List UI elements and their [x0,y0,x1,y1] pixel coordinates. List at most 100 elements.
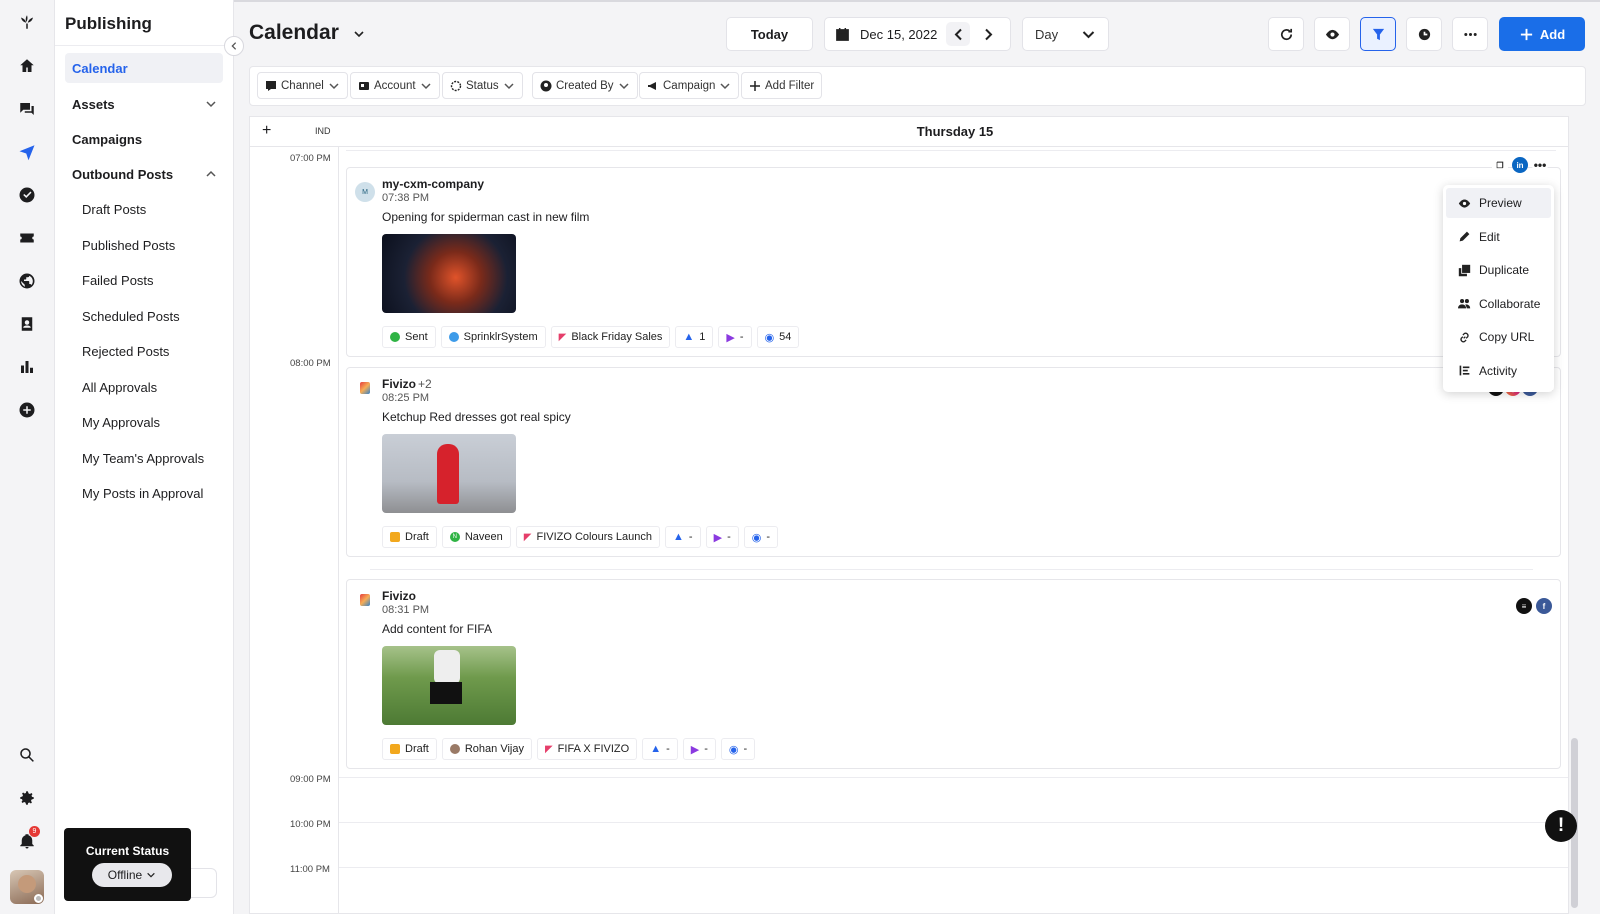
sidebar-item-my-teams-approvals[interactable]: My Team's Approvals [65,443,223,473]
post-text: Add content for FIFA [382,622,493,636]
more-horizontal-icon [1463,32,1477,36]
view-select[interactable]: Day [1022,17,1109,51]
title-dropdown-icon[interactable] [350,25,368,43]
bell-icon[interactable]: 9 [15,826,40,853]
menu-item-duplicate[interactable]: Duplicate [1446,255,1551,285]
sync-button[interactable] [1406,17,1442,51]
calendar-header: + IND Thursday 15 [250,117,1568,147]
status-badge: Sent [382,326,436,348]
duplicate-icon[interactable]: ❐ [1492,157,1508,173]
post-image[interactable] [382,234,516,313]
analytics-icon[interactable] [15,355,39,379]
publish-icon[interactable] [15,140,39,164]
add-label: Add [1539,26,1566,42]
filter-status[interactable]: Status [442,72,523,99]
campaign-chip: ◤ Black Friday Sales [550,326,671,348]
sidebar-item-campaigns[interactable]: Campaigns [65,124,223,154]
sidebar-item-all-approvals[interactable]: All Approvals [65,372,223,402]
globe-icon[interactable] [15,269,39,293]
ticket-icon[interactable] [15,226,39,250]
link-icon [1460,332,1469,342]
alert-button[interactable]: ! [1545,810,1577,842]
pencil-icon [1459,231,1470,242]
post-image[interactable] [382,434,516,513]
more-options-button[interactable] [1452,17,1488,51]
presence-dot [34,894,43,903]
page-title: Calendar [249,21,339,44]
menu-item-activity[interactable]: Activity [1446,356,1551,386]
chevron-down-icon [504,82,514,89]
duplicate-icon [1458,264,1471,276]
sidebar-item-scheduled-posts[interactable]: Scheduled Posts [65,301,223,331]
gear-icon[interactable] [15,786,39,810]
post-card[interactable]: Fivizo 08:31 PM Add content for FIFA Dra… [346,579,1561,769]
megaphone-icon: ◤ [523,531,532,543]
add-circle-icon[interactable] [15,398,39,422]
sidebar-item-draft-posts[interactable]: Draft Posts [65,194,223,224]
menu-item-collaborate[interactable]: Collaborate [1446,289,1551,319]
chat-icon[interactable] [15,97,39,121]
sidebar-item-rejected-posts[interactable]: Rejected Posts [65,336,223,366]
time-column-divider [338,117,339,913]
more-horizontal-icon[interactable]: ••• [1532,157,1548,173]
add-filter-button[interactable]: Add Filter [741,72,823,99]
sidebar-item-calendar[interactable]: Calendar [65,53,223,83]
refresh-button[interactable] [1268,17,1304,51]
post-card[interactable]: M my-cxm-company 07:38 PM Opening for sp… [346,167,1561,357]
post-card[interactable]: Fivizo +2 08:25 PM Ketchup Red dresses go… [346,367,1561,557]
sidebar-item-label: Assets [72,96,115,112]
calendar-icon [836,27,849,41]
sidebar-item-label: Outbound Posts [72,166,174,182]
chevron-left-icon [954,28,962,40]
menu-item-label: Collaborate [1479,296,1541,311]
filter-account[interactable]: Account [350,72,440,99]
filter-channel[interactable]: Channel [257,72,348,99]
sidebar-item-label: Calendar [72,60,128,76]
add-button[interactable]: Add [1499,17,1585,51]
preview-toggle-button[interactable] [1314,17,1350,51]
sidebar-item-published-posts[interactable]: Published Posts [65,230,223,260]
avatar[interactable] [10,870,44,904]
menu-item-edit[interactable]: Edit [1446,222,1551,252]
sidebar-collapse-button[interactable] [224,36,244,56]
hour-gridline [339,777,1568,778]
prev-day-button[interactable] [946,22,970,46]
tasks-icon[interactable] [15,183,39,207]
filter-icon [1372,28,1384,40]
account-icon [359,81,369,90]
eye-icon [1325,29,1339,39]
sidebar-item-label: All Approvals [82,379,158,395]
sidebar-item-my-posts-in-approval[interactable]: My Posts in Approval [65,478,223,508]
filter-label: Add Filter [765,79,815,92]
filter-button[interactable] [1360,17,1396,51]
sidebar-item-failed-posts[interactable]: Failed Posts [65,265,223,295]
menu-item-copy-url[interactable]: Copy URL [1446,322,1551,352]
thumbs-up-icon: ▲ [673,531,684,543]
search-icon[interactable] [15,743,39,767]
shares-chip: ▶ - [682,738,716,760]
sidebar-item-assets[interactable]: Assets [65,89,223,119]
megaphone-icon: ◤ [544,743,553,755]
channel-icon [266,80,276,91]
fivizo-logo-icon [360,382,370,394]
home-icon[interactable] [15,54,39,78]
filter-created-by[interactable]: Created By [532,72,638,99]
fivizo-logo-icon [360,594,370,606]
sidebar-item-my-approvals[interactable]: My Approvals [65,407,223,437]
status-dropdown[interactable]: Offline [92,863,172,887]
contacts-icon[interactable] [15,312,39,336]
filter-campaign[interactable]: Campaign [639,72,740,99]
views-chip: ◉ - [743,526,779,548]
status-icon [450,80,462,91]
time-label: 10:00 PM [290,819,331,830]
post-image[interactable] [382,646,516,725]
menu-item-preview[interactable]: Preview [1446,188,1551,218]
next-day-button[interactable] [976,22,1000,46]
today-button[interactable]: Today [726,17,813,51]
status-label: Current Status [85,844,170,858]
logo-icon[interactable] [15,10,39,34]
chevron-down-icon [147,872,156,878]
facebook-icon: f [1536,598,1552,614]
views-chip: ◉ - [720,738,756,760]
sidebar-item-outbound-posts[interactable]: Outbound Posts [65,159,223,189]
